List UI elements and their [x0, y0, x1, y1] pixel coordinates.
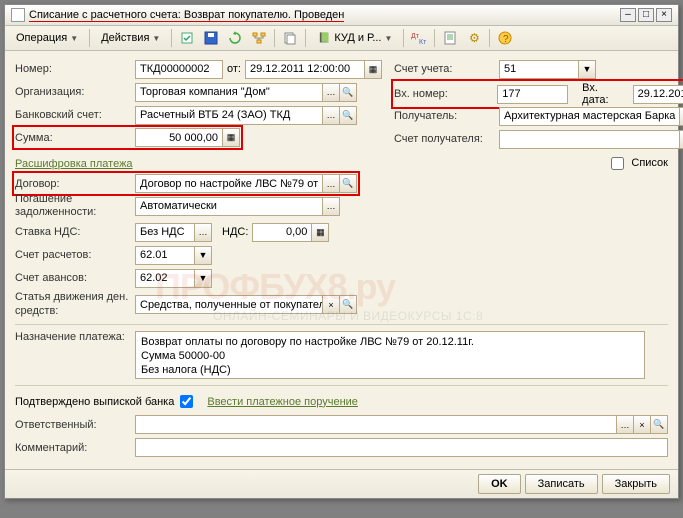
org-open-button[interactable]: 🔍 [339, 83, 357, 102]
label-purpose: Назначение платежа: [15, 331, 135, 344]
label-recipient: Получатель: [394, 110, 499, 122]
responsible-select-button[interactable]: … [616, 415, 634, 434]
vat-field[interactable]: 0,00 [252, 223, 312, 242]
actions-dropdown[interactable]: Действия▼ [94, 29, 167, 47]
sum-field[interactable]: 50 000,00 [135, 128, 223, 147]
vat-calc-icon[interactable]: ▦ [311, 223, 329, 242]
sum-calc-icon[interactable]: ▦ [222, 128, 240, 147]
settle-acc-dropdown-button[interactable]: ▼ [194, 246, 212, 265]
label-in-number: Вх. номер: [394, 88, 497, 100]
toolbar-dt-kt-icon[interactable]: ДтКт [408, 28, 430, 48]
repay-field[interactable]: Автоматически [135, 197, 323, 216]
label-bank-acc: Банковский счет: [15, 109, 135, 121]
kudir-dropdown[interactable]: 📗КУД и Р...▼ [310, 28, 399, 48]
cash-flow-open-button[interactable]: 🔍 [339, 295, 357, 314]
svg-text:?: ? [503, 34, 509, 45]
toolbar-report-icon[interactable] [439, 28, 461, 48]
settle-acc-field[interactable]: 62.01 [135, 246, 195, 265]
make-payment-order-link[interactable]: Ввести платежное поручение [207, 396, 358, 408]
label-sum: Сумма: [15, 132, 135, 144]
cash-flow-field[interactable]: Средства, полученные от покупател... [135, 295, 323, 314]
label-ledger: Счет учета: [394, 63, 499, 75]
label-in-date: Вх. дата: [582, 82, 626, 106]
bank-acc-open-button[interactable]: 🔍 [339, 106, 357, 125]
label-org: Организация: [15, 86, 135, 98]
toolbar-copy-icon[interactable] [279, 28, 301, 48]
responsible-clear-button[interactable]: × [633, 415, 651, 434]
label-vat-rate: Ставка НДС: [15, 226, 135, 238]
purpose-textarea[interactable]: Возврат оплаты по договору по настройке … [135, 331, 645, 379]
label-responsible: Ответственный: [15, 419, 135, 431]
ledger-acc-dropdown-button[interactable]: ▼ [578, 60, 596, 79]
date-field[interactable]: 29.12.2011 12:00:00 [245, 60, 365, 79]
contract-open-button[interactable]: 🔍 [339, 174, 357, 193]
label-comment: Комментарий: [15, 442, 135, 454]
label-cash-flow: Статья движения ден. средств: [15, 291, 135, 317]
label-number: Номер: [15, 63, 135, 75]
label-settle-acc: Счет расчетов: [15, 249, 135, 261]
save-button[interactable]: Записать [525, 474, 598, 494]
list-checkbox[interactable] [611, 157, 624, 170]
in-date-field[interactable]: 29.12.2011 [633, 85, 683, 104]
contract-select-button[interactable]: … [322, 174, 340, 193]
label-advance-acc: Счет авансов: [15, 272, 135, 284]
in-number-field[interactable]: 177 [497, 85, 568, 104]
toolbar-post-icon[interactable] [176, 28, 198, 48]
operation-dropdown[interactable]: Операция▼ [9, 29, 85, 47]
confirmed-checkbox[interactable] [180, 395, 193, 408]
close-button[interactable]: × [656, 8, 672, 22]
recipient-acc-field[interactable] [499, 130, 680, 149]
payment-detail-section[interactable]: Расшифровка платежа [15, 158, 133, 170]
bank-acc-select-button[interactable]: … [322, 106, 340, 125]
recipient-select-button[interactable]: … [679, 107, 683, 126]
org-field[interactable]: Торговая компания "Дом" [135, 83, 323, 102]
responsible-field[interactable] [135, 415, 617, 434]
footer: OK Записать Закрыть [5, 469, 678, 498]
ledger-acc-field[interactable]: 51 [499, 60, 579, 79]
responsible-open-button[interactable]: 🔍 [650, 415, 668, 434]
form-body: ПРОФБУХ8.ру ОНЛАЙН-СЕМИНАРЫ И ВИДЕОКУРСЫ… [5, 51, 678, 469]
main-window: Списание с расчетного счета: Возврат пок… [4, 4, 679, 499]
toolbar-settings-icon[interactable]: ⚙ [463, 28, 485, 48]
vat-rate-field[interactable]: Без НДС [135, 223, 195, 242]
vat-rate-select-button[interactable]: … [194, 223, 212, 242]
toolbar-structure-icon[interactable] [248, 28, 270, 48]
window-title: Списание с расчетного счета: Возврат пок… [29, 9, 616, 21]
toolbar-help-icon[interactable]: ? [494, 28, 516, 48]
advance-acc-dropdown-button[interactable]: ▼ [194, 269, 212, 288]
label-contract: Договор: [15, 178, 135, 190]
label-recipient-acc: Счет получателя: [394, 133, 499, 145]
recipient-field[interactable]: Архитектурная мастерская Барка [499, 107, 680, 126]
toolbar: Операция▼ Действия▼ 📗КУД и Р...▼ ДтКт ⚙ … [5, 26, 678, 51]
kudir-icon: 📗 [317, 31, 331, 45]
number-field[interactable]: ТКД00000002 [135, 60, 223, 79]
date-picker-icon[interactable]: ▦ [364, 60, 382, 79]
advance-acc-field[interactable]: 62.02 [135, 269, 195, 288]
maximize-button[interactable]: □ [638, 8, 654, 22]
toolbar-refresh-icon[interactable] [224, 28, 246, 48]
toolbar-save-icon[interactable] [200, 28, 222, 48]
svg-text:Кт: Кт [419, 39, 427, 45]
app-icon [11, 8, 25, 22]
org-select-button[interactable]: … [322, 83, 340, 102]
comment-field[interactable] [135, 438, 668, 457]
recipient-acc-select-button[interactable]: … [679, 130, 683, 149]
close-form-button[interactable]: Закрыть [602, 474, 670, 494]
label-repay: Погашение задолженности: [15, 193, 135, 219]
repay-select-button[interactable]: … [322, 197, 340, 216]
minimize-button[interactable]: – [620, 8, 636, 22]
label-confirmed: Подтверждено выпиской банка [15, 396, 174, 408]
ok-button[interactable]: OK [478, 474, 521, 494]
label-vat: НДС: [222, 226, 248, 238]
label-list: Список [631, 157, 668, 169]
titlebar: Списание с расчетного счета: Возврат пок… [5, 5, 678, 26]
label-from: от: [227, 63, 241, 75]
contract-field[interactable]: Договор по настройке ЛВС №79 от ... [135, 174, 323, 193]
cash-flow-clear-button[interactable]: × [322, 295, 340, 314]
bank-acc-field[interactable]: Расчетный ВТБ 24 (ЗАО) ТКД [135, 106, 323, 125]
